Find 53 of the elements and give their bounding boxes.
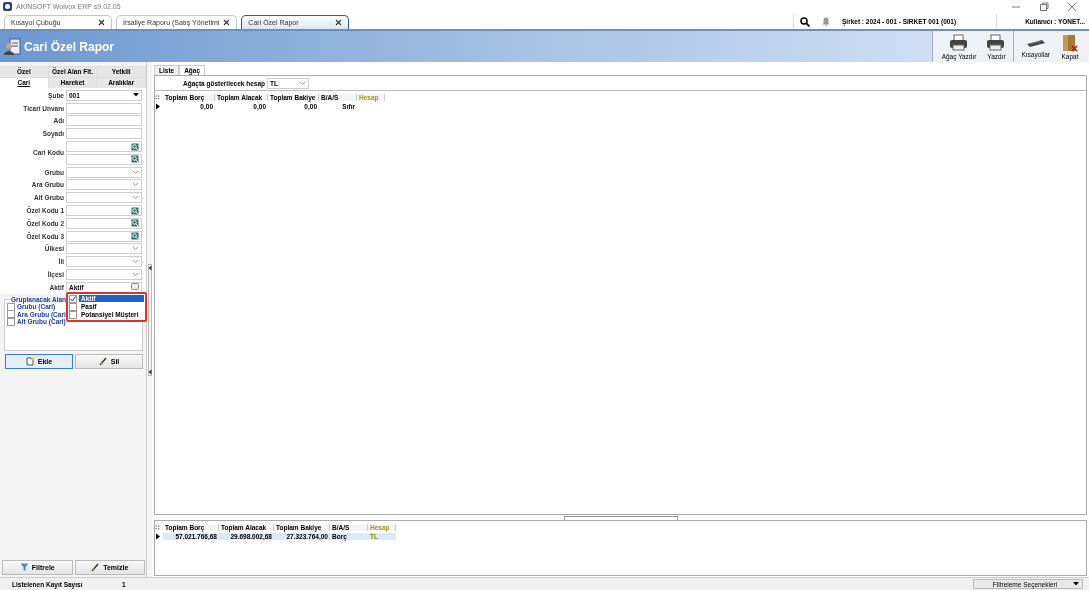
filter-icon — [19, 563, 29, 572]
lookup-icon — [131, 206, 139, 215]
checkbox[interactable] — [69, 302, 77, 311]
input-field[interactable] — [66, 179, 142, 191]
splitter-handle[interactable] — [147, 263, 152, 376]
bell-icon — [822, 17, 830, 26]
close-icon[interactable] — [98, 19, 105, 26]
grip-icon — [155, 525, 161, 530]
checkbox[interactable] — [7, 310, 15, 318]
search-icon[interactable] — [800, 16, 810, 27]
row-pointer-icon — [155, 103, 161, 110]
door-icon — [1060, 33, 1080, 52]
input-field[interactable] — [66, 269, 142, 281]
app-icon — [3, 2, 12, 11]
brush-icon — [98, 356, 108, 366]
input-field[interactable] — [66, 205, 142, 217]
restore-icon — [1039, 1, 1049, 12]
input-field[interactable] — [66, 153, 142, 165]
brush-icon — [91, 563, 101, 572]
check-icon — [70, 295, 76, 302]
report-icon — [4, 37, 21, 56]
lookup-icon — [131, 155, 139, 164]
grip-icon — [155, 95, 161, 100]
arrow-left-icon — [147, 368, 152, 375]
lookup-icon — [131, 219, 139, 228]
close-icon[interactable] — [335, 19, 343, 26]
input-field[interactable] — [66, 217, 142, 229]
page-title: Cari Özel Rapor — [24, 39, 115, 54]
input-field[interactable] — [66, 102, 142, 114]
chevron-down-icon — [299, 80, 306, 86]
keyboard-icon — [1026, 40, 1045, 47]
dropdown-icon — [133, 93, 139, 98]
checkbox[interactable] — [7, 317, 15, 326]
input-field[interactable] — [66, 243, 142, 255]
input-field[interactable] — [66, 115, 142, 127]
input-field[interactable] — [66, 230, 142, 242]
dropdown-icon — [131, 283, 139, 292]
lookup-icon — [131, 232, 139, 241]
close-icon[interactable] — [223, 19, 231, 26]
arrow-left-icon — [147, 264, 152, 271]
dropdown-icon — [1073, 582, 1079, 586]
checkbox[interactable] — [69, 310, 77, 319]
lookup-icon — [131, 142, 139, 151]
input-field[interactable] — [66, 192, 142, 204]
splitter-handle[interactable] — [563, 516, 678, 521]
checkbox[interactable] — [69, 294, 77, 303]
input-field[interactable] — [66, 256, 142, 268]
row-pointer-icon — [155, 533, 161, 540]
input-field[interactable] — [66, 141, 142, 153]
new-document-icon — [25, 356, 35, 366]
input-field[interactable] — [66, 166, 142, 178]
input-field[interactable] — [66, 128, 142, 140]
close-icon — [1067, 1, 1077, 12]
